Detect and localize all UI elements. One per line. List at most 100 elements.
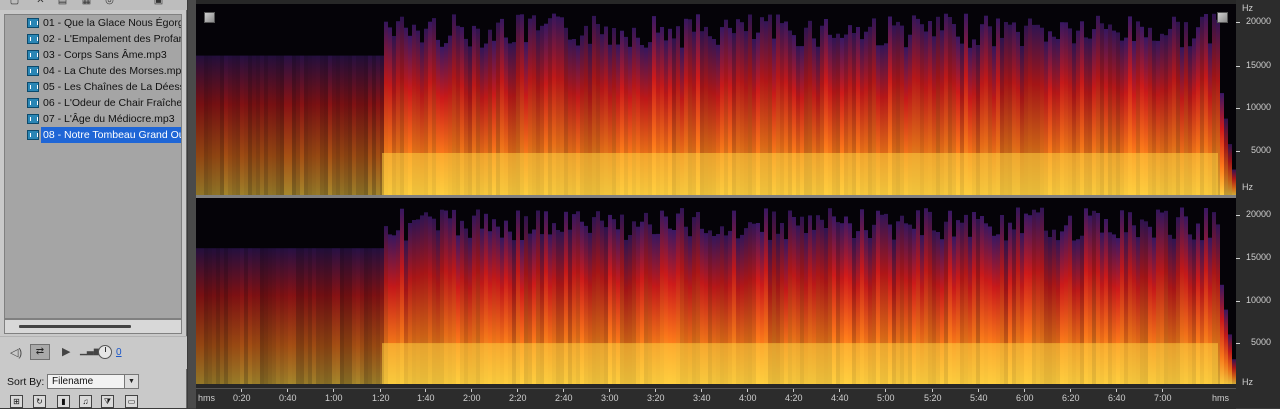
filter-icon[interactable]: ⧩ bbox=[101, 395, 114, 408]
time-tick-label: 3:20 bbox=[647, 393, 665, 403]
sort-by-select[interactable]: Filename ▼ bbox=[47, 374, 139, 389]
time-tick-label: 0:20 bbox=[233, 393, 251, 403]
spectrum-column bbox=[236, 55, 240, 195]
audio-filter-icon[interactable]: ▮ bbox=[57, 395, 70, 408]
freq-unit-mid: Hz bbox=[1242, 182, 1253, 192]
open-file-icon[interactable]: ▢ bbox=[8, 0, 21, 7]
spectrum-column bbox=[272, 55, 276, 195]
freq-unit-bottom: Hz bbox=[1242, 377, 1253, 387]
spectrum-column bbox=[348, 248, 352, 384]
volume-value[interactable]: 0 bbox=[116, 347, 122, 358]
spectrum-column bbox=[240, 248, 244, 384]
spectrum-column bbox=[268, 248, 272, 384]
file-item[interactable]: 03 - Corps Sans Âme.mp3 bbox=[5, 47, 181, 63]
spectrum-column bbox=[220, 55, 224, 195]
spectrum-column bbox=[196, 55, 200, 195]
spectrum-column bbox=[208, 248, 212, 384]
video-filter-icon[interactable]: ▭ bbox=[125, 395, 138, 408]
volume-knob[interactable] bbox=[98, 345, 112, 359]
file-name: 06 - L'Odeur de Chair Fraîche et bbox=[43, 97, 181, 109]
insert-into-multitrack-icon[interactable]: ⊞ bbox=[10, 395, 23, 408]
spectrum-column bbox=[376, 55, 380, 195]
spectrum-column bbox=[304, 248, 308, 384]
audio-file-icon bbox=[27, 114, 39, 124]
spectrum-column bbox=[212, 55, 216, 195]
play-icon[interactable]: ▶ bbox=[62, 345, 70, 358]
zoom-corner-icon[interactable] bbox=[204, 12, 215, 23]
spectrum-column bbox=[204, 55, 208, 195]
scrollbar-thumb[interactable] bbox=[19, 325, 131, 328]
loop-button[interactable]: ⇄ bbox=[30, 344, 50, 360]
chevron-down-icon[interactable]: ▼ bbox=[124, 375, 138, 388]
spectral-view[interactable]: Hz 20000 15000 10000 5000 Hz 20000 15000… bbox=[196, 0, 1280, 409]
midi-filter-icon[interactable]: ♫ bbox=[79, 395, 92, 408]
spectrum-column bbox=[300, 248, 304, 384]
file-name: 01 - Que la Glace Nous Égorge.m bbox=[43, 17, 181, 29]
spectrum-column bbox=[352, 248, 356, 384]
spectrum-column bbox=[336, 55, 340, 195]
spectrum-column bbox=[312, 55, 316, 195]
file-item[interactable]: 02 - L'Empalement des Profanate bbox=[5, 31, 181, 47]
time-tick-label: 7:00 bbox=[1154, 393, 1172, 403]
spectrum-column bbox=[268, 55, 272, 195]
spectrum-column bbox=[1228, 144, 1232, 195]
freq-tick-label: 20000 bbox=[1246, 16, 1272, 26]
spectrum-column bbox=[288, 248, 292, 384]
file-item[interactable]: 01 - Que la Glace Nous Égorge.m bbox=[5, 15, 181, 31]
file-panel: ▢ ✕ ▤ ▦ ◎ ▣ 01 - Que la Glace Nous Égorg… bbox=[0, 0, 187, 408]
spectrum-column bbox=[344, 248, 348, 384]
spectrum-column bbox=[252, 55, 256, 195]
panel-splitter[interactable] bbox=[188, 0, 196, 408]
spectrum-column bbox=[320, 55, 324, 195]
audio-file-icon bbox=[27, 50, 39, 60]
spectrum-column bbox=[332, 55, 336, 195]
close-file-icon[interactable]: ✕ bbox=[34, 0, 47, 7]
audio-file-icon bbox=[27, 82, 39, 92]
low-frequency-band bbox=[382, 153, 1218, 195]
spectrum-column bbox=[348, 55, 352, 195]
spectrum-column bbox=[252, 248, 256, 384]
spectrum-column bbox=[1224, 309, 1228, 384]
time-unit-left: hms bbox=[198, 393, 216, 403]
time-tick-label: 5:20 bbox=[924, 393, 942, 403]
spectrum-column bbox=[356, 248, 360, 384]
spectrum-column bbox=[264, 248, 268, 384]
menu-icon[interactable]: ▣ bbox=[152, 0, 165, 7]
file-item[interactable]: 05 - Les Chaînes de La Déesse d bbox=[5, 79, 181, 95]
speaker-icon[interactable]: ◁) bbox=[10, 346, 22, 359]
file-item[interactable]: 06 - L'Odeur de Chair Fraîche et bbox=[5, 95, 181, 111]
file-item[interactable]: 04 - La Chute des Morses.mp3 bbox=[5, 63, 181, 79]
spectrum-column bbox=[244, 248, 248, 384]
spectrum-column bbox=[224, 55, 228, 195]
freq-tick-label: 5000 bbox=[1251, 337, 1272, 347]
insert-icon[interactable]: ▤ bbox=[56, 0, 69, 7]
properties-icon[interactable]: ▦ bbox=[80, 0, 93, 7]
freq-tick-label: 15000 bbox=[1246, 60, 1272, 70]
spectrogram-right-image bbox=[196, 207, 1236, 384]
spectrogram-right-channel[interactable] bbox=[196, 198, 1236, 384]
spectrum-column bbox=[316, 55, 320, 195]
spectrogram-left-channel[interactable] bbox=[196, 4, 1236, 195]
spectrum-column bbox=[364, 55, 368, 195]
horizontal-scrollbar[interactable] bbox=[4, 319, 182, 334]
spectrum-column bbox=[256, 248, 260, 384]
spectrum-column bbox=[232, 248, 236, 384]
time-tick-label: 2:40 bbox=[555, 393, 573, 403]
spectrum-column bbox=[284, 55, 288, 195]
file-item[interactable]: 07 - L'Âge du Médiocre.mp3 bbox=[5, 111, 181, 127]
autoplay-icon[interactable]: ◎ bbox=[103, 0, 116, 7]
spectrum-column bbox=[288, 55, 292, 195]
freq-tick-label: 10000 bbox=[1246, 295, 1272, 305]
spectrum-column bbox=[344, 55, 348, 195]
time-tick-label: 3:40 bbox=[693, 393, 711, 403]
bottom-toolbar: ⊞ ↻ ▮ ♫ ⧩ ▭ bbox=[0, 393, 187, 408]
spectrum-column bbox=[360, 248, 364, 384]
spectrum-column bbox=[216, 55, 220, 195]
spectrum-column bbox=[228, 55, 232, 195]
refresh-icon[interactable]: ↻ bbox=[33, 395, 46, 408]
zoom-corner-icon[interactable] bbox=[1217, 12, 1228, 23]
file-item-selected[interactable]: 08 - Notre Tombeau Grand Ouve bbox=[5, 127, 181, 143]
spectrum-column bbox=[312, 248, 316, 384]
spectrum-column bbox=[324, 55, 328, 195]
spectrum-column bbox=[1228, 334, 1232, 384]
